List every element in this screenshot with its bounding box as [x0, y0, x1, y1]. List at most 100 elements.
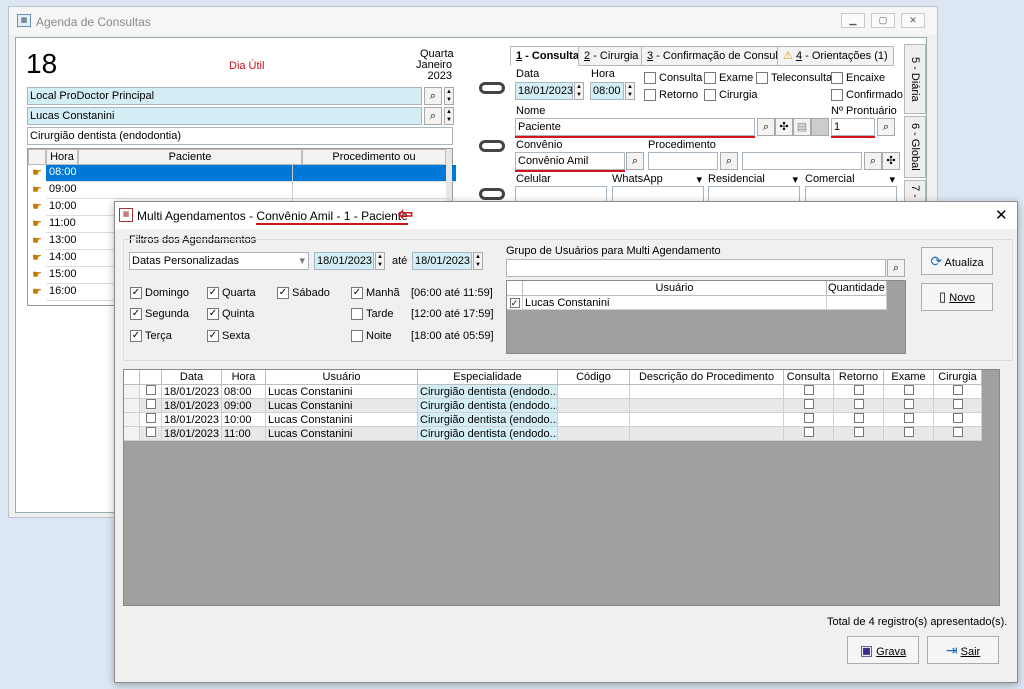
checkbox[interactable] — [952, 399, 963, 409]
weekday-domingo[interactable]: ✓ Domingo — [130, 287, 189, 300]
comercial-select[interactable]: Comercial ▾ — [805, 173, 895, 186]
weekday-sabado[interactable]: ✓ Sábado — [277, 287, 330, 300]
row-retorno[interactable] — [834, 427, 884, 441]
checkbox[interactable] — [952, 413, 963, 423]
shift-manha[interactable]: ✓ Manhã — [351, 287, 400, 300]
atualiza-button[interactable]: ⟳ Atualiza — [921, 247, 993, 275]
check-cirurgia[interactable]: Cirurgia — [704, 89, 758, 102]
row-exame[interactable] — [884, 399, 934, 413]
group-search-icon[interactable]: ⌕ — [887, 259, 905, 277]
professional-search-icon[interactable]: ⌕ — [424, 107, 442, 125]
side-tab-global[interactable]: 6 - Global — [904, 116, 926, 178]
checkbox[interactable] — [145, 399, 156, 409]
tab-consulta[interactable]: 1 - Consulta — [510, 46, 585, 66]
date-from-field[interactable]: 18/01/2023 — [314, 252, 374, 270]
checkbox[interactable] — [903, 399, 914, 409]
check-confirmado[interactable]: Confirmado — [831, 89, 903, 102]
weekday-terca[interactable]: ✓ Terça — [130, 330, 172, 343]
checkbox[interactable] — [952, 427, 963, 437]
location-field[interactable]: Local ProDoctor Principal — [27, 87, 422, 105]
side-tab-diaria[interactable]: 5 - Diária — [904, 44, 926, 114]
checkbox[interactable] — [803, 427, 814, 437]
checkbox[interactable] — [952, 385, 963, 395]
checkbox[interactable] — [853, 413, 864, 423]
procedimento-search-icon[interactable]: ⌕ — [720, 152, 738, 170]
weekday-quarta[interactable]: ✓ Quarta — [207, 287, 256, 300]
user-row-check[interactable]: ✓ — [507, 296, 523, 310]
date-spinner[interactable]: ▲ ▼ — [574, 82, 584, 100]
row-exame[interactable] — [884, 385, 934, 399]
checkbox[interactable] — [903, 385, 914, 395]
location-search-icon[interactable]: ⌕ — [424, 87, 442, 105]
checkbox[interactable] — [853, 399, 864, 409]
dialog-close-icon[interactable]: ✕ — [995, 206, 1008, 224]
row-cirurgia[interactable] — [934, 413, 982, 427]
date-to-spinner[interactable]: ▲ ▼ — [473, 252, 483, 270]
check-retorno[interactable]: Retorno — [644, 89, 698, 102]
row-exame[interactable] — [884, 413, 934, 427]
tab-orientacoes[interactable]: ⚠ 4 - Orientações (1) — [777, 46, 894, 66]
row-consulta[interactable] — [784, 413, 834, 427]
sair-button[interactable]: ⇥ Sair — [927, 636, 999, 664]
minimize-button[interactable]: ▁ — [841, 13, 865, 28]
time-spinner[interactable]: ▲ ▼ — [625, 82, 635, 100]
convenio-field[interactable]: Convênio Amil — [515, 152, 625, 170]
check-consulta[interactable]: Consulta — [644, 72, 702, 85]
tab-confirmacao[interactable]: 3 - Confirmação de Consultas — [641, 46, 799, 66]
checkbox[interactable] — [903, 427, 914, 437]
row-cirurgia[interactable] — [934, 399, 982, 413]
maximize-button[interactable]: ▢ — [871, 13, 895, 28]
location-spinner[interactable]: ▲ ▼ — [444, 87, 454, 105]
date-to-field[interactable]: 18/01/2023 — [412, 252, 472, 270]
date-from-spinner[interactable]: ▲ ▼ — [375, 252, 385, 270]
checkbox[interactable] — [803, 399, 814, 409]
patient-photo-icon[interactable] — [811, 118, 829, 136]
convenio-search-icon[interactable]: ⌕ — [626, 152, 644, 170]
procedimento-desc-search-icon[interactable]: ⌕ — [864, 152, 882, 170]
table-row[interactable]: 18/01/2023 11:00 Lucas Constanini Cirurgião… — [124, 427, 982, 441]
patient-search-icon[interactable]: ⌕ — [757, 118, 775, 136]
patient-name-field[interactable]: Paciente — [515, 118, 755, 136]
checkbox[interactable] — [145, 427, 156, 437]
date-field[interactable]: 18/01/2023 — [515, 82, 573, 100]
grava-button[interactable]: ▣ Grava — [847, 636, 919, 664]
check-encaixe[interactable]: Encaixe — [831, 72, 885, 85]
table-row[interactable]: 18/01/2023 08:00 Lucas Constanini Cirurgião… — [124, 385, 982, 399]
user-row[interactable]: ✓ Lucas Constanini — [507, 296, 887, 310]
row-consulta[interactable] — [784, 427, 834, 441]
user-row-quantidade[interactable] — [827, 296, 887, 310]
row-consulta[interactable] — [784, 385, 834, 399]
checkbox[interactable] — [803, 385, 814, 395]
group-search-field[interactable] — [506, 259, 886, 277]
checkbox[interactable] — [145, 413, 156, 423]
row-check[interactable] — [140, 413, 162, 427]
row-cirurgia[interactable] — [934, 385, 982, 399]
schedule-row[interactable]: 08:00 — [46, 165, 456, 182]
procedimento-code-field[interactable] — [648, 152, 718, 170]
table-row[interactable]: 18/01/2023 09:00 Lucas Constanini Cirurgião… — [124, 399, 982, 413]
tab-cirurgia[interactable]: 2 - Cirurgia — [578, 46, 645, 66]
period-select[interactable]: Datas Personalizadas ▾ — [129, 252, 309, 270]
row-exame[interactable] — [884, 427, 934, 441]
schedule-row[interactable]: 09:00 — [46, 182, 456, 199]
weekday-quinta[interactable]: ✓ Quinta — [207, 308, 254, 321]
prontuario-search-icon[interactable]: ⌕ — [877, 118, 895, 136]
professional-spinner[interactable]: ▲ ▼ — [444, 107, 454, 125]
shift-noite[interactable]: Noite — [351, 330, 392, 343]
checkbox[interactable] — [903, 413, 914, 423]
professional-field[interactable]: Lucas Constanini — [27, 107, 422, 125]
residencial-select[interactable]: Residencial ▾ — [708, 173, 798, 186]
novo-button[interactable]: ▯ Novo — [921, 283, 993, 311]
row-check[interactable] — [140, 385, 162, 399]
time-field[interactable]: 08:00 — [590, 82, 624, 100]
patient-card-icon[interactable]: ▤ — [793, 118, 811, 136]
shift-tarde[interactable]: Tarde — [351, 308, 394, 321]
prontuario-field[interactable]: 1 — [831, 118, 875, 136]
check-exame[interactable]: Exame — [704, 72, 753, 85]
checkbox[interactable] — [853, 427, 864, 437]
row-retorno[interactable] — [834, 399, 884, 413]
close-button[interactable]: ✕ — [901, 13, 925, 28]
row-check[interactable] — [140, 399, 162, 413]
weekday-sexta[interactable]: ✓ Sexta — [207, 330, 250, 343]
procedimento-desc-field[interactable] — [742, 152, 862, 170]
